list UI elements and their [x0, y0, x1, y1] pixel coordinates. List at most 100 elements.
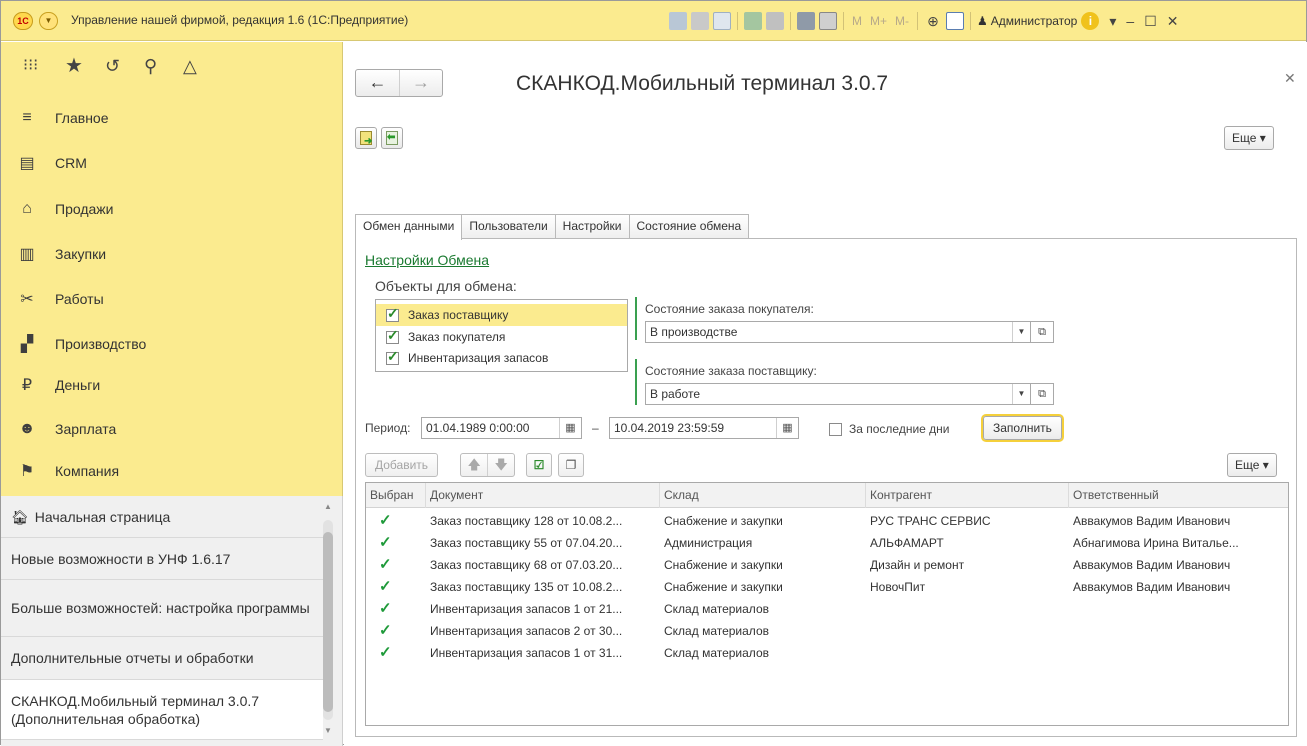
zoom-icon[interactable]: ⊕	[924, 12, 942, 30]
list-item[interactable]: ✓ Инвентаризация запасов	[376, 347, 627, 369]
fav-new-features[interactable]: Новые возможности в УНФ 1.6.17	[1, 538, 323, 580]
scroll-thumb[interactable]	[323, 532, 333, 712]
fill-button[interactable]: Заполнить	[983, 416, 1062, 440]
sidebar-item-main[interactable]: ≡ Главное	[1, 98, 342, 138]
open-form-icon[interactable]: ⧉	[1031, 383, 1054, 405]
uncheck-all-button[interactable]: ❐	[558, 453, 584, 477]
table-row[interactable]: ✓ Заказ поставщику 128 от 10.08.2... Снабж…	[366, 508, 1288, 530]
history-icon[interactable]: ↺	[105, 55, 120, 77]
sidebar-item-sales[interactable]: ⌂ Продажи	[1, 189, 342, 229]
column-header[interactable]: Ответственный	[1069, 483, 1288, 508]
info-icon[interactable]: i	[1081, 12, 1100, 30]
exchange-settings-link[interactable]: Настройки Обмена	[365, 252, 489, 268]
checkmark-icon: ✓	[379, 534, 392, 551]
print-icon[interactable]	[691, 12, 709, 30]
chevron-down-icon[interactable]: ▼	[1012, 384, 1030, 404]
bell-icon[interactable]: △	[183, 55, 197, 77]
chevron-down-icon[interactable]: ▼	[1012, 322, 1030, 342]
selected-cell[interactable]: ✓	[366, 618, 426, 640]
upload-icon[interactable]	[744, 12, 762, 30]
sidebar-item-purchases[interactable]: ▥ Закупки	[1, 234, 342, 274]
move-down-icon[interactable]: 🡇︎	[487, 454, 514, 476]
tab-users[interactable]: Пользователи	[461, 214, 556, 239]
open-form-icon[interactable]: ⧉	[1031, 321, 1054, 343]
sidebar-item-salary[interactable]: ☻ Зарплата	[1, 409, 342, 449]
export-to-terminal-button[interactable]: ➜	[355, 127, 377, 149]
sidebar-item-money[interactable]: ₽ Деньги	[1, 365, 342, 405]
maximize-icon[interactable]: ☐	[1144, 13, 1157, 30]
tab-exchange-state[interactable]: Состояние обмена	[628, 214, 750, 239]
object-checkbox[interactable]: ✓	[386, 327, 399, 344]
add-button[interactable]: Добавить	[365, 453, 439, 477]
period-from-input[interactable]: 01.04.1989 0:00:00 ▦	[421, 417, 582, 439]
close-window-icon[interactable]: ✕	[1167, 13, 1179, 30]
selected-cell[interactable]: ✓	[366, 640, 426, 662]
forward-arrow-icon[interactable]: →	[399, 70, 442, 96]
last-days-checkbox[interactable]	[829, 423, 842, 436]
fav-additional-reports[interactable]: Дополнительные отчеты и обработки	[1, 637, 323, 680]
calendar-icon[interactable]: ▦	[559, 418, 581, 438]
table-row[interactable]: ✓ Заказ поставщику 55 от 07.04.20... Админ…	[366, 530, 1288, 552]
column-header[interactable]: Контрагент	[866, 483, 1069, 508]
memory-button[interactable]: M	[852, 14, 862, 28]
selected-cell[interactable]: ✓	[366, 574, 426, 596]
home-icon: 🏠︎	[11, 508, 29, 525]
fav-scancode-terminal[interactable]: СКАНКОД.Мобильный терминал 3.0.7 (Дополн…	[1, 680, 323, 740]
calculator-icon[interactable]	[797, 12, 815, 30]
table-row[interactable]: ✓ Инвентаризация запасов 1 от 31... Склад …	[366, 640, 1288, 662]
store-cell: Снабжение и закупки	[664, 580, 783, 594]
back-arrow-icon[interactable]: ←	[356, 70, 399, 96]
favorites-star-icon[interactable]: ★	[65, 55, 83, 77]
minimize-icon[interactable]: –	[1126, 13, 1134, 29]
fav-more-features[interactable]: Больше возможностей: настройка программы	[1, 580, 323, 637]
table-row[interactable]: ✓ Инвентаризация запасов 2 от 30... Склад …	[366, 618, 1288, 640]
selected-cell[interactable]: ✓	[366, 552, 426, 574]
panels-icon[interactable]	[946, 12, 965, 30]
save-icon[interactable]	[669, 12, 687, 30]
scroll-down-icon[interactable]: ▼	[323, 726, 333, 736]
table-row[interactable]: ✓ Заказ поставщику 135 от 10.08.2... Снабж…	[366, 574, 1288, 596]
more-actions-button[interactable]: Еще ▾	[1224, 126, 1274, 150]
main-menu-button[interactable]: ▼	[39, 12, 58, 30]
dropdown-arrow-icon[interactable]: ▾	[1109, 13, 1116, 30]
tab-data-exchange[interactable]: Обмен данными	[355, 214, 463, 240]
table-row[interactable]: ✓ Заказ поставщику 68 от 07.03.20... Снабж…	[366, 552, 1288, 574]
check-all-button[interactable]: ☑	[526, 453, 552, 477]
search-icon[interactable]: ⚲	[144, 55, 157, 77]
sidebar-item-crm[interactable]: ▤ CRM	[1, 143, 342, 183]
selected-cell[interactable]: ✓	[366, 508, 426, 530]
sidebar-item-company[interactable]: ⚑ Компания	[1, 451, 342, 491]
table-more-button[interactable]: Еще ▾	[1227, 453, 1277, 477]
close-form-icon[interactable]: ✕	[1284, 70, 1296, 87]
object-checkbox[interactable]: ✓	[386, 348, 399, 365]
column-header[interactable]: Документ	[426, 483, 660, 508]
selected-cell[interactable]: ✓	[366, 530, 426, 552]
period-to-input[interactable]: 10.04.2019 23:59:59 ▦	[609, 417, 799, 439]
user-menu[interactable]: ♟ Администратор	[977, 14, 1077, 28]
apps-grid-icon[interactable]: ⁝⁝⁝	[23, 55, 38, 77]
column-header[interactable]: Выбран	[366, 483, 426, 508]
list-item[interactable]: ✓ Заказ покупателя	[376, 326, 627, 348]
sidebar-item-production[interactable]: ▞ Производство	[1, 324, 342, 364]
object-checkbox[interactable]: ✓	[386, 305, 399, 322]
calendar-icon[interactable]: ▦	[776, 418, 798, 438]
move-up-icon[interactable]: 🡅︎	[461, 454, 487, 476]
tab-settings[interactable]: Настройки	[554, 214, 630, 239]
column-header[interactable]: Склад	[660, 483, 866, 508]
calendar-icon[interactable]	[819, 12, 837, 30]
fav-home-page[interactable]: 🏠︎ Начальная страница	[1, 496, 323, 538]
selected-cell[interactable]: ✓	[366, 596, 426, 618]
memory-plus-button[interactable]: M+	[870, 14, 887, 28]
customer-order-state-select[interactable]: В производстве ▼	[645, 321, 1031, 343]
import-from-terminal-button[interactable]: ⬅	[381, 127, 403, 149]
preview-icon[interactable]	[713, 12, 731, 30]
sidebar-item-works[interactable]: ✂ Работы	[1, 279, 342, 319]
printer-icon[interactable]	[766, 12, 784, 30]
object-label: Заказ покупателя	[408, 330, 506, 344]
supplier-order-state-select[interactable]: В работе ▼	[645, 383, 1031, 405]
table-row[interactable]: ✓ Инвентаризация запасов 1 от 21... Склад …	[366, 596, 1288, 618]
memory-minus-button[interactable]: M-	[895, 14, 909, 28]
list-item[interactable]: ✓ Заказ поставщику	[376, 304, 627, 326]
scroll-up-icon[interactable]: ▲	[323, 502, 333, 512]
favorites-scrollbar[interactable]: ▲ ▼	[323, 502, 333, 738]
